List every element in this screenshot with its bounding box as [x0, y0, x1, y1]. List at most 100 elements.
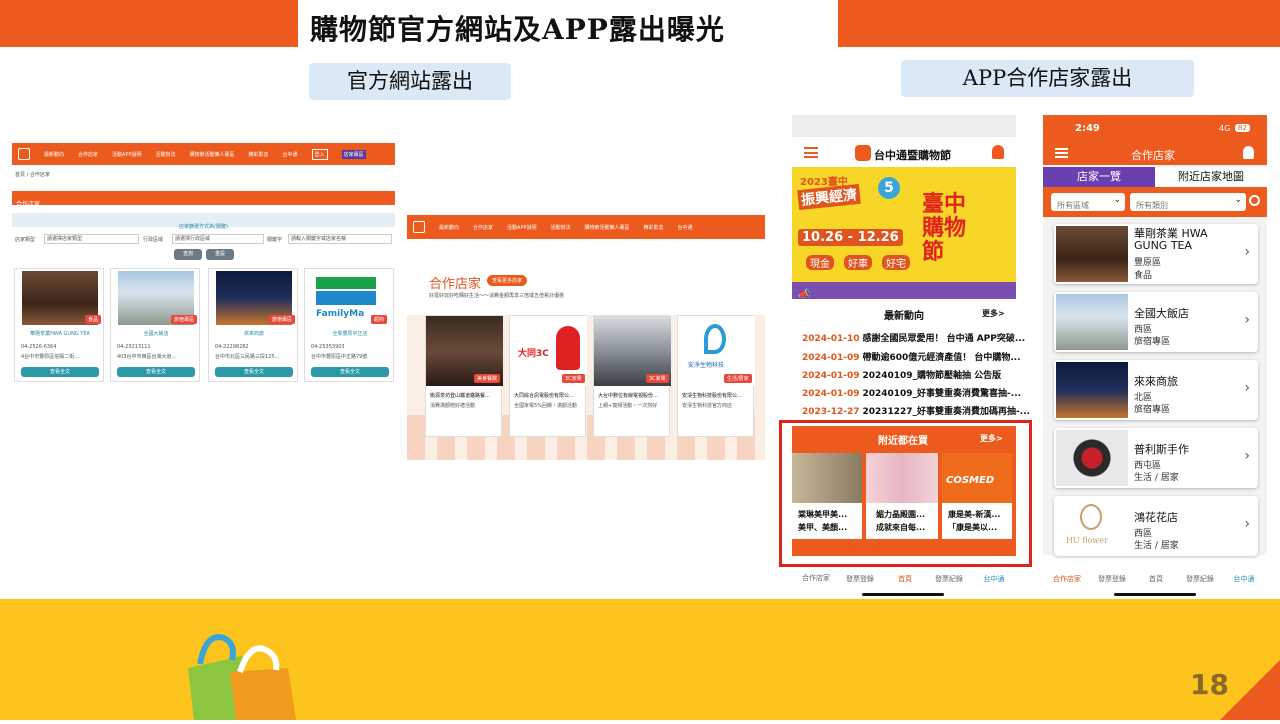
phone1-bell-icon[interactable]	[992, 145, 1004, 159]
phone1-home-indicator	[862, 593, 944, 596]
web2-store-card[interactable]: 大同3C 3C家電 大同綜合訊電股份有限公... 全國家電5%回饋・滿額活動	[509, 315, 587, 437]
web2-nav-item[interactable]: 精彩影音	[644, 224, 664, 231]
phone2-tab[interactable]: 首頁	[1134, 574, 1178, 584]
store-photo	[1056, 430, 1128, 486]
highlight-box	[779, 420, 1032, 567]
news-item[interactable]: 2024-01-10 感謝全國民眾愛用！ 台中通 APP突破...	[802, 331, 1025, 344]
web2-nav-item[interactable]: 最新動向	[439, 224, 459, 231]
store-view-button[interactable]: 查看全文	[117, 367, 195, 377]
web2-store-card[interactable]: 3C家電 大台中數位有線電視股份... 上網+寬頻活動・一次辦好	[593, 315, 671, 437]
phone2-status-batt: 82	[1235, 124, 1250, 132]
web1-nav-item[interactable]: 合作店家	[78, 151, 98, 158]
news-item[interactable]: 2024-01-09 20240109_好事雙重奏消費驚喜抽-...	[802, 386, 1021, 399]
phone2-category-select[interactable]: 所有類別 ⌄	[1130, 193, 1246, 211]
store-name: 大台中數位有線電視股份...	[598, 393, 658, 399]
web1-filter-label: 店家類型	[15, 237, 36, 243]
store-view-button[interactable]: 查看全文	[21, 367, 99, 377]
phone1-tab[interactable]: 發票登錄	[838, 574, 882, 584]
phone2-tab[interactable]: 發票登錄	[1090, 574, 1134, 584]
web1-reset-button[interactable]: 重設	[206, 249, 234, 260]
store-view-button[interactable]: 查看全文	[215, 367, 293, 377]
web2-subtitle: 好逛好玩好吃購好生活～～消費金額再享三倍或五倍累計優惠	[429, 293, 565, 299]
web1-nav-item[interactable]: 活動APP說明	[112, 151, 141, 158]
phone1-tab[interactable]: 台中通	[972, 574, 1016, 584]
store-category: 生活 / 居家	[1134, 473, 1179, 483]
phone2-tab-list[interactable]: 店家一覽	[1043, 167, 1155, 187]
news-item[interactable]: 2024-01-09 帶動逾600億元經濟產值！ 台中購物...	[802, 350, 1021, 363]
store-badge: 3C家電	[646, 374, 669, 383]
app-store-row[interactable]: HU flower 鴻花花店 西區 生活 / 居家 ›	[1054, 496, 1258, 556]
news-date: 2024-01-09	[802, 389, 860, 399]
phone1-tab[interactable]: 首頁	[883, 574, 927, 584]
store-name: 鴻花花店	[1134, 511, 1178, 524]
app-store-row[interactable]: 來來商旅 北區 旅宿專區 ›	[1054, 360, 1258, 420]
web1-store-card[interactable]: FamilyMa 超商 全家豐原中正店 04-25353903 台中市豐原區中正…	[304, 268, 394, 382]
phone2-menu-icon[interactable]	[1055, 148, 1068, 158]
web1-store-card[interactable]: 旅宿專區 全國大飯店 04-23213111 403台中市西區台灣大道... 查…	[110, 268, 200, 382]
store-address: 4台中市豐原區信陽二街...	[21, 354, 79, 360]
store-address: 台中市豐原區中正路79號	[311, 354, 368, 360]
web1-area-select[interactable]: 請選擇行政區域	[172, 234, 264, 244]
phone2-search-icon[interactable]	[1249, 195, 1260, 206]
banner-tag: 現金	[806, 255, 834, 270]
web2-nav-item[interactable]: 活動APP說明	[507, 224, 536, 231]
news-text: 20231227_好事雙重奏消費加碼再抽-...	[862, 407, 1031, 417]
web2-store-card[interactable]: 美食餐飲 桃源茶坊登山鐵道鐵路餐... 消費滿額贈好禮活動	[425, 315, 503, 437]
web2-store-card[interactable]: 安淨生物科技 生活/居家 安淨生物科技股份有限公... 安淨生物科技官方商店	[677, 315, 755, 437]
banner-dates: 10.26 - 12.26	[798, 229, 903, 246]
web1-store-card[interactable]: 旅宿專區 來來商旅 04-22298282 台中市北區三民路三段125... 查…	[208, 268, 298, 382]
web1-nav-item[interactable]: 最新動向	[44, 151, 64, 158]
store-address: 403台中市西區台灣大道...	[117, 354, 177, 360]
web1-nav-item[interactable]: 購物節活動懶人專區	[190, 151, 235, 158]
web2-logo-icon	[413, 221, 425, 233]
store-photo	[1056, 226, 1128, 282]
shopping-bag-icon	[180, 628, 300, 720]
megaphone-icon: 📣	[798, 289, 811, 300]
store-category: 食品	[1134, 271, 1153, 281]
web1-nav-item[interactable]: 精彩影音	[249, 151, 269, 158]
phone2-tab[interactable]: 合作店家	[1045, 574, 1089, 584]
phone2-status-time: 2:49	[1075, 123, 1100, 134]
web1-nav-item[interactable]: 活動辦法	[155, 151, 175, 158]
web2-nav-item[interactable]: 合作店家	[473, 224, 493, 231]
phone1-news-more[interactable]: 更多>	[982, 308, 1005, 319]
app-store-row[interactable]: 全國大飯店 西區 旅宿專區 ›	[1054, 292, 1258, 352]
page-number: 18	[1190, 668, 1229, 701]
web1-store-area-button[interactable]: 店家專區	[341, 149, 366, 159]
phone2-tab[interactable]: 台中通	[1222, 574, 1266, 584]
web1-login-button[interactable]: 登入	[311, 148, 328, 160]
phone1-app-logo-icon	[855, 145, 871, 161]
web2-nav-item[interactable]: 購物節活動懶人專區	[585, 224, 630, 231]
web1-nav-brand[interactable]: 台中通	[283, 151, 298, 158]
banner-tag: 好宅	[882, 255, 910, 270]
phone2-tab-map[interactable]: 附近店家地圖	[1155, 167, 1267, 187]
store-view-button[interactable]: 查看全文	[311, 367, 389, 377]
news-item[interactable]: 2023-12-27 20231227_好事雙重奏消費加碼再抽-...	[802, 404, 1030, 417]
web1-breadcrumb: 首頁 / 合作店家	[15, 172, 50, 178]
app-store-row[interactable]: 普利斯手作 西屯區 生活 / 居家 ›	[1054, 428, 1258, 488]
web1-keyword-input[interactable]: 請輸入關鍵字或店家名稱	[288, 234, 392, 244]
app-store-row[interactable]: 華剛茶業 HWA GUNG TEA 豐原區 食品 ›	[1054, 224, 1258, 284]
phone1-tab[interactable]: 發票紀錄	[927, 574, 971, 584]
web2-nav-brand[interactable]: 台中通	[678, 224, 693, 231]
store-badge: 3C家電	[562, 374, 585, 383]
phone2-status-net: 4G	[1219, 124, 1231, 133]
chevron-right-icon: ›	[1244, 312, 1250, 328]
store-badge: 超商	[371, 315, 388, 324]
phone1-tab[interactable]: 合作店家	[794, 573, 838, 583]
phone1-menu-icon[interactable]	[804, 147, 818, 158]
news-date: 2024-01-09	[802, 371, 860, 381]
phone2-tab[interactable]: 發票紀錄	[1178, 574, 1222, 584]
web1-search-button[interactable]: 查詢	[174, 249, 202, 260]
news-item[interactable]: 2024-01-09 20240109_購物節壓軸抽 公告版	[802, 368, 1001, 381]
slide-title: 購物節官方網站及APP露出曝光	[310, 13, 725, 46]
web2-more-button[interactable]: 查看更多店家	[487, 275, 528, 286]
phone1-banner[interactable]: 2023臺中 振興經濟 5 臺中購物節 10.26 - 12.26 現金 好車 …	[792, 167, 1016, 282]
phone2-bell-icon[interactable]	[1243, 146, 1254, 159]
web1-store-card[interactable]: 食品 華剛茶業HWA GUNG TEA 04-2526-6364 4台中市豐原區…	[14, 268, 104, 382]
web1-type-select[interactable]: 請選擇店家類型	[44, 234, 139, 244]
web2-nav-item[interactable]: 活動辦法	[550, 224, 570, 231]
web1-logo-icon	[18, 148, 30, 160]
web1-filter-label: 關鍵字	[267, 237, 283, 243]
phone2-area-select[interactable]: 所有區域 ⌄	[1051, 193, 1125, 211]
